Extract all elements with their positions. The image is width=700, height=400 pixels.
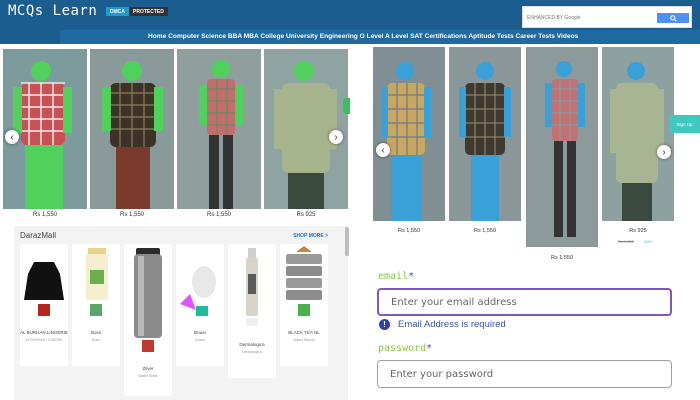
item-name: Braun [193,330,206,335]
email-label: email* [378,271,415,282]
product-price: Rs 1,550 [206,212,231,218]
google-search-box [522,6,692,28]
product-price: Rs 1,550 [473,228,496,234]
item-subtitle: Tastes Bakery [293,338,315,342]
product-price: Rs 1,550 [32,212,57,218]
item-subtitle: Water Bottle [138,374,158,378]
daraz-item[interactable]: Braun Braun [176,244,224,366]
darazmall-title: DarazMall [20,231,57,240]
required-mark: * [408,271,415,282]
carousel-prev-button[interactable]: ‹ [376,143,390,157]
search-input[interactable] [527,12,649,24]
main-nav[interactable]: Home Computer Science BBA MBA College Un… [148,33,578,40]
product-card[interactable] [264,49,348,209]
darazmall-section: DarazMall SHOP MORE > AL BURHAN LINGERIE… [14,226,348,400]
product-price: Rs 1,550 [550,255,573,261]
product-image [264,49,348,209]
product-image [449,47,521,221]
item-subtitle: Dermalogica [242,350,262,354]
item-subtitle: AL BURHAN LINGERIE [25,338,63,342]
search-button[interactable] [657,13,689,23]
dmca-badge[interactable]: DMCA PROTECTED [106,7,168,16]
chevron-right-icon: › [334,131,338,143]
daraz-item[interactable]: Dermalogica Dermalogica [228,244,276,378]
email-error: ! Email Address is required [379,319,506,330]
item-name: AL BURHAN LINGERIE [20,330,68,335]
product-image [602,47,674,221]
item-image [176,244,224,318]
password-label: password* [378,343,433,354]
product-card[interactable] [526,47,598,247]
product-card[interactable] [602,47,674,221]
product-discount: -50% [643,239,653,244]
product-price: Rs 1,550 [119,212,144,218]
item-name: BLACK TEA NL [288,330,320,335]
product-image [526,47,598,247]
product-card[interactable] [177,49,261,209]
email-field[interactable] [377,288,672,316]
daraz-item[interactable]: BLACK TEA NL Tastes Bakery [280,244,328,366]
item-subtitle: Boss [92,338,100,342]
product-card[interactable] [449,47,521,221]
product-image [373,47,445,221]
daraz-item[interactable]: Boss Boss [72,244,120,366]
chevron-left-icon: ‹ [10,131,14,143]
shop-more-link[interactable]: SHOP MORE > [293,233,328,239]
product-card[interactable] [3,49,87,209]
search-icon [669,14,677,22]
chevron-right-icon: › [662,146,666,158]
product-image [3,49,87,209]
item-image [228,244,276,328]
item-name: Zilver [142,366,154,371]
scrollbar[interactable] [345,227,349,256]
carousel-next-button[interactable]: › [329,130,343,144]
alert-icon: ! [379,319,390,330]
daraz-item[interactable]: Zilver Water Bottle [124,244,172,396]
daraz-item[interactable]: AL BURHAN LINGERIE AL BURHAN LINGERIE [20,244,68,366]
dmca-protected-label: PROTECTED [129,7,168,16]
product-image [90,49,174,209]
carousel-prev-button[interactable]: ‹ [5,130,19,144]
site-logo[interactable]: MCQs Learn [8,3,97,19]
product-image [177,49,261,209]
item-image [72,244,120,318]
item-subtitle: Braun [195,338,205,342]
required-mark: * [426,343,433,354]
product-price: Rs 925 [296,212,316,218]
product-old-price: Rs 1,850 [618,239,635,244]
item-name: Boss [90,330,101,335]
carousel-next-button[interactable]: › [657,145,671,159]
dmca-label: DMCA [106,7,129,16]
item-image [124,244,172,354]
side-tab[interactable] [343,98,350,114]
product-card[interactable] [373,47,445,221]
chevron-left-icon: ‹ [381,144,385,156]
item-name: Dermalogica [239,342,265,347]
email-error-text: Email Address is required [398,319,506,330]
item-image [280,244,328,318]
signup-tab[interactable]: Sign Up [669,115,700,133]
password-field[interactable] [377,360,672,388]
product-card[interactable] [90,49,174,209]
product-price: Rs 1,550 [397,228,420,234]
product-price: Rs 925 [629,228,647,234]
item-image [20,244,68,318]
